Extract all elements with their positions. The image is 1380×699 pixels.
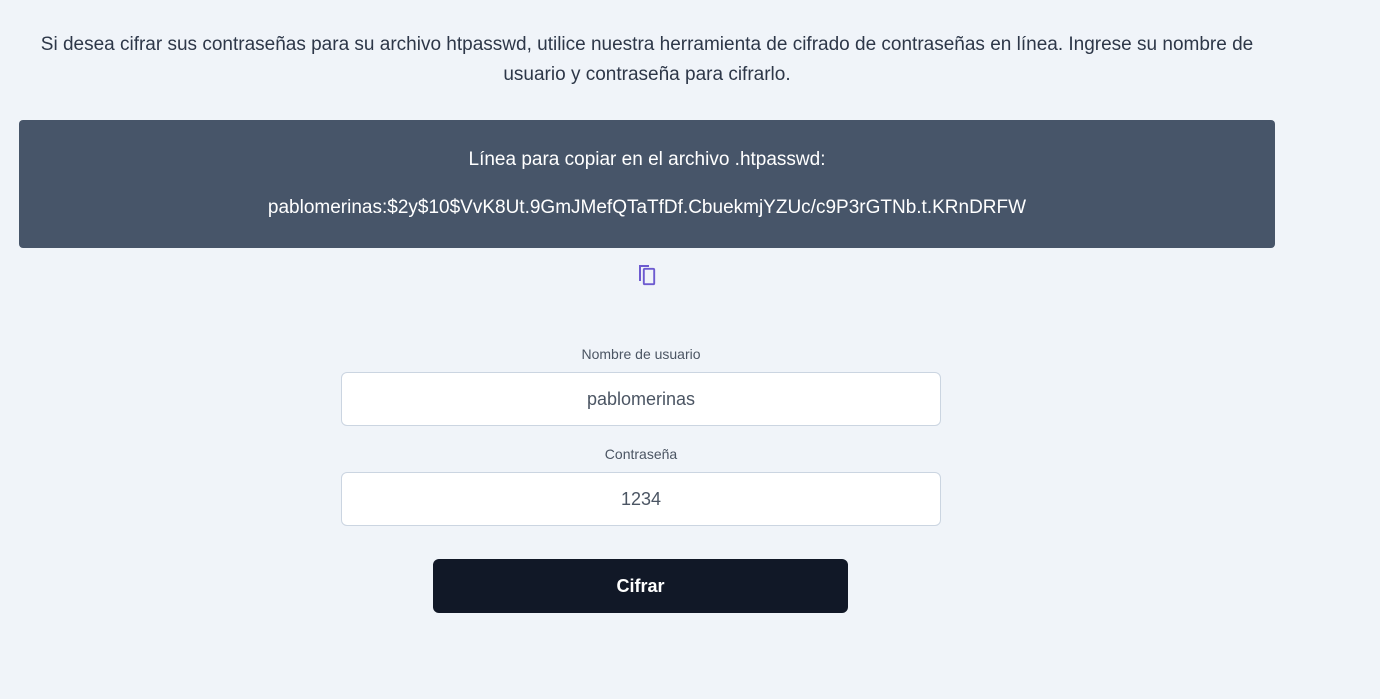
username-label: Nombre de usuario bbox=[581, 346, 701, 362]
username-input[interactable] bbox=[341, 372, 941, 426]
htpasswd-line[interactable]: pablomerinas:$2y$10$VvK8Ut.9GmJMefQTaTfD… bbox=[19, 196, 1275, 220]
encrypt-form: Nombre de usuario Contraseña bbox=[341, 344, 941, 526]
password-group: Contraseña bbox=[341, 444, 941, 526]
htpasswd-result-panel: Línea para copiar en el archivo .htpassw… bbox=[19, 120, 1275, 248]
password-label: Contraseña bbox=[604, 446, 678, 462]
copy-button[interactable] bbox=[634, 262, 660, 290]
copy-icon bbox=[635, 262, 659, 291]
intro-text: Si desea cifrar sus contraseñas para su … bbox=[40, 34, 1254, 85]
password-input[interactable] bbox=[341, 472, 941, 526]
result-title: Línea para copiar en el archivo .htpassw… bbox=[468, 149, 826, 170]
username-group: Nombre de usuario bbox=[341, 344, 941, 426]
encrypt-button[interactable]: Cifrar bbox=[433, 559, 848, 613]
